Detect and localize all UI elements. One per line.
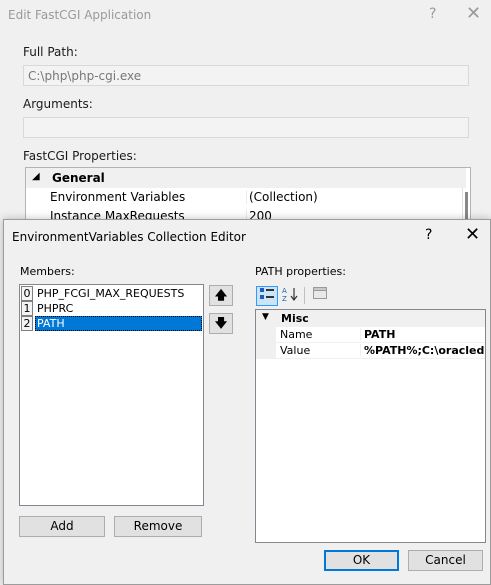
path-property-grid[interactable]: ▼ Misc Name PATH Value %PATH%;C:\oracled… — [255, 309, 486, 543]
member-index: 0 — [21, 286, 33, 301]
members-list[interactable]: 0 PHP_FCGI_MAX_REQUESTS 1 PHPRC 2 PATH — [19, 284, 204, 506]
categorized-icon — [260, 288, 274, 299]
grid-category-misc[interactable]: ▼ Misc — [256, 310, 485, 327]
list-item-selected[interactable]: 2 PATH — [20, 316, 203, 331]
bg-titlebar: Edit FastCGI Application ? ✕ — [0, 0, 491, 30]
grid-row-name: Value — [280, 344, 311, 357]
full-path-label: Full Path: — [23, 45, 78, 59]
svg-text:Z: Z — [282, 295, 287, 302]
cancel-button[interactable]: Cancel — [408, 550, 483, 571]
property-pages-button[interactable] — [309, 286, 331, 306]
member-name[interactable]: PHPRC — [35, 301, 202, 316]
toolbar-separator — [304, 287, 305, 304]
member-index: 1 — [21, 301, 33, 316]
member-name[interactable]: PHP_FCGI_MAX_REQUESTS — [35, 286, 202, 301]
grid-row[interactable]: Environment Variables (Collection) — [26, 188, 466, 207]
grid-row-value[interactable]: %PATH%;C:\oracledr — [360, 344, 485, 357]
arguments-label: Arguments: — [23, 97, 93, 111]
grid-row-value[interactable]: (Collection) — [246, 190, 461, 204]
arguments-field[interactable] — [23, 117, 469, 138]
editor-title: EnvironmentVariables Collection Editor — [12, 230, 246, 244]
move-up-button[interactable]: 🡅 — [209, 285, 233, 306]
grid-category-label: General — [52, 171, 105, 185]
property-pages-icon — [313, 287, 327, 299]
grid-gutter — [256, 327, 276, 359]
svg-text:A: A — [282, 287, 287, 295]
add-button[interactable]: Add — [19, 516, 105, 537]
categorized-button[interactable] — [256, 286, 278, 306]
grid-category-general[interactable]: ◢ General — [26, 168, 466, 188]
bg-help-button[interactable]: ? — [429, 6, 436, 22]
member-name[interactable]: PATH — [35, 316, 202, 331]
collapse-icon[interactable]: ▼ — [262, 312, 269, 322]
alphabetical-icon: A Z — [282, 287, 298, 303]
grid-row[interactable]: Name PATH — [276, 327, 485, 343]
grid-row-name: Name — [280, 328, 313, 341]
list-item[interactable]: 0 PHP_FCGI_MAX_REQUESTS — [20, 286, 203, 301]
members-label: Members: — [20, 265, 75, 278]
grid-row[interactable]: Value %PATH%;C:\oracledr — [276, 343, 485, 359]
move-down-button[interactable]: 🡇 — [209, 313, 233, 334]
alphabetical-button[interactable]: A Z — [280, 286, 302, 306]
properties-label: PATH properties: — [255, 265, 346, 278]
bg-close-icon[interactable]: ✕ — [466, 3, 481, 24]
editor-help-button[interactable]: ? — [425, 227, 432, 243]
grid-row-value[interactable]: PATH — [360, 328, 485, 341]
ok-button[interactable]: OK — [324, 550, 399, 571]
arrow-up-icon: 🡅 — [214, 288, 228, 302]
full-path-field[interactable]: C:\php\php-cgi.exe — [23, 65, 469, 86]
property-toolbar: A Z — [254, 284, 484, 308]
arrow-down-icon: 🡇 — [214, 316, 228, 330]
fastcgi-property-grid[interactable]: ◢ General Environment Variables (Collect… — [25, 167, 471, 225]
bg-dialog-title: Edit FastCGI Application — [8, 8, 152, 22]
member-index: 2 — [21, 316, 33, 331]
list-item[interactable]: 1 PHPRC — [20, 301, 203, 316]
collection-editor-dialog: EnvironmentVariables Collection Editor ?… — [3, 219, 491, 585]
collapse-icon[interactable]: ◢ — [32, 171, 40, 182]
fastcgi-properties-label: FastCGI Properties: — [23, 149, 137, 163]
editor-close-icon[interactable]: ✕ — [465, 224, 480, 245]
remove-button[interactable]: Remove — [114, 516, 202, 537]
grid-category-label: Misc — [281, 312, 309, 325]
grid-row-name: Environment Variables — [50, 190, 186, 204]
